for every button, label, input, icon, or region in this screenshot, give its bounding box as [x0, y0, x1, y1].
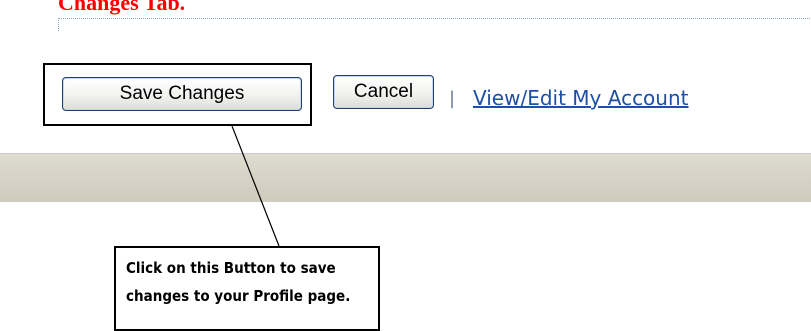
callout-note: Click on this Button to save changes to … — [114, 246, 380, 331]
